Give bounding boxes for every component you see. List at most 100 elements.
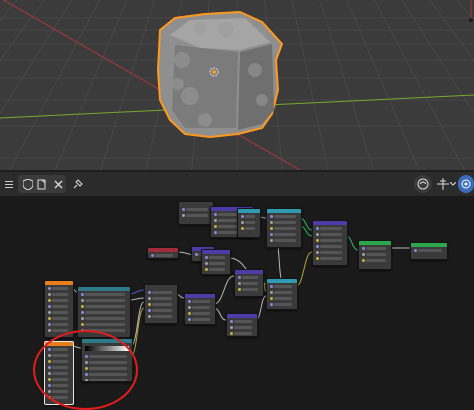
node-n6[interactable] [358,240,392,270]
pin-icon[interactable] [68,175,86,193]
socket-field[interactable] [155,254,173,257]
socket-dot[interactable] [182,214,185,217]
socket-dot[interactable] [270,239,273,242]
socket-field[interactable] [234,332,252,335]
node-socket-row[interactable] [230,325,254,330]
socket-dot[interactable] [151,254,154,257]
socket-dot[interactable] [81,317,84,320]
node-socket-row[interactable] [148,302,174,307]
node-socket-row[interactable] [48,286,70,291]
socket-field[interactable] [274,291,292,294]
socket-field[interactable] [274,239,296,242]
node-header[interactable] [227,314,257,318]
node-n10[interactable] [201,249,231,275]
socket-field[interactable] [52,299,68,302]
node-socket-row[interactable] [241,220,257,225]
socket-field[interactable] [209,268,225,271]
node-n15[interactable] [226,313,258,337]
view-icon[interactable] [458,175,474,193]
socket-field[interactable] [274,285,292,288]
node-socket-row[interactable] [270,238,298,243]
socket-field[interactable] [85,317,125,320]
node-socket-row[interactable] [241,226,257,231]
node-socket-row[interactable] [238,287,260,292]
socket-dot[interactable] [270,297,273,300]
socket-field[interactable] [245,221,255,224]
socket-dot[interactable] [230,332,233,335]
socket-field[interactable] [52,323,68,326]
node-header[interactable] [145,285,177,289]
socket-field[interactable] [52,329,68,332]
socket-dot[interactable] [48,299,51,302]
node-socket-row[interactable] [148,308,174,313]
socket-field[interactable] [52,305,68,308]
node-header[interactable] [267,279,297,283]
node-socket-row[interactable] [81,316,127,321]
node-socket-row[interactable] [48,298,70,303]
node-socket-row[interactable] [270,302,294,307]
node-n12[interactable] [266,278,298,310]
node-header[interactable] [78,287,130,291]
node-socket-row[interactable] [238,281,260,286]
overlay-icon[interactable] [414,175,432,193]
node-socket-row[interactable] [182,213,210,218]
socket-dot[interactable] [148,315,151,318]
node-socket-row[interactable] [48,322,70,327]
node-socket-row[interactable] [48,304,70,309]
socket-field[interactable] [152,303,172,306]
socket-field[interactable] [152,315,172,318]
socket-field[interactable] [320,227,342,230]
socket-dot[interactable] [270,221,273,224]
socket-dot[interactable] [148,303,151,306]
node-socket-row[interactable] [362,258,388,263]
socket-dot[interactable] [316,251,319,254]
socket-dot[interactable] [270,233,273,236]
node-socket-row[interactable] [270,214,298,219]
node-header[interactable] [202,250,230,254]
node-header[interactable] [45,281,73,285]
socket-dot[interactable] [188,318,191,321]
node-header[interactable] [238,209,260,213]
socket-dot[interactable] [316,233,319,236]
node-socket-row[interactable] [81,292,127,297]
socket-field[interactable] [85,323,125,326]
socket-field[interactable] [242,282,258,285]
node-socket-row[interactable] [188,317,212,322]
node-socket-row[interactable] [316,244,344,249]
socket-dot[interactable] [270,291,273,294]
socket-dot[interactable] [81,311,84,314]
socket-field[interactable] [320,233,342,236]
socket-dot[interactable] [316,245,319,248]
node-socket-row[interactable] [81,298,127,303]
socket-dot[interactable] [48,329,51,332]
socket-dot[interactable] [48,317,51,320]
socket-field[interactable] [209,262,225,265]
socket-field[interactable] [274,221,296,224]
node-socket-row[interactable] [362,252,388,257]
node-header[interactable] [235,270,263,274]
socket-dot[interactable] [48,287,51,290]
socket-dot[interactable] [214,231,217,234]
socket-dot[interactable] [241,227,244,230]
socket-dot[interactable] [270,215,273,218]
menu-icon[interactable] [0,175,18,193]
node-socket-row[interactable] [81,304,127,309]
node-socket-row[interactable] [241,214,257,219]
socket-dot[interactable] [414,249,417,252]
3d-viewport[interactable] [0,0,474,170]
node-socket-row[interactable] [205,267,227,272]
socket-dot[interactable] [195,253,198,256]
node-socket-row[interactable] [316,256,344,261]
socket-dot[interactable] [230,320,233,323]
node-socket-row[interactable] [182,207,210,212]
node-header[interactable] [267,209,301,213]
socket-field[interactable] [245,227,255,230]
socket-field[interactable] [52,287,68,290]
socket-field[interactable] [418,249,442,252]
socket-field[interactable] [245,215,255,218]
node-n14[interactable] [184,293,216,325]
socket-dot[interactable] [48,293,51,296]
socket-dot[interactable] [238,282,241,285]
node-header[interactable] [179,202,213,206]
socket-field[interactable] [274,215,296,218]
